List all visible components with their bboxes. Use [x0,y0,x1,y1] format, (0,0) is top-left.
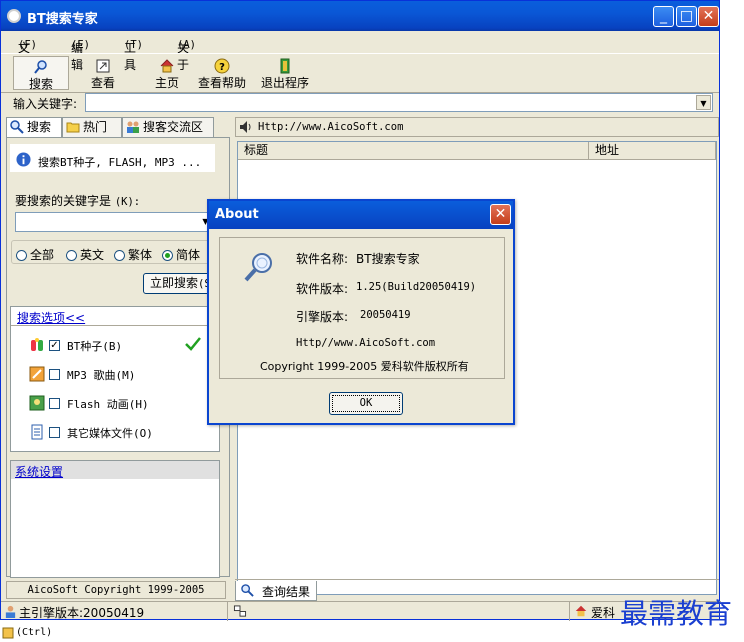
info-icon [16,152,31,167]
bt-seed-icon [31,338,43,351]
mp3-label: MP3 歌曲(M) [67,369,136,382]
search-options-box: 搜索选项<< ✓ BT种子(B) MP3 歌曲(M) Flash 动画(H) 其… [10,306,220,452]
info-text: 搜索BT种子, FLASH, MP3 ... [38,156,202,169]
home-icon [160,59,174,73]
search-options-link[interactable]: 搜索选项<< [17,309,85,326]
flash-icon [29,395,45,411]
keyword-bar: 输入关键字: ▼ [1,92,719,114]
watermark: 最需教育 [620,597,733,630]
help-icon: ? [214,58,230,74]
toolbar: 搜索 查看 主页 ? 查看帮助 退出程序 [1,53,719,93]
bt-seed-checkbox[interactable]: ✓ [49,340,60,351]
tab-hot[interactable]: 热门 [62,117,122,137]
status-bar: 主引擎版本:20050419 爱科 [1,601,721,621]
magnifier-icon [10,120,24,134]
toolbar-help-button[interactable]: ? 查看帮助 [195,56,249,90]
engine-version-status: 主引擎版本:20050419 [19,606,145,620]
exit-door-icon [280,58,290,74]
speaker-icon [240,121,251,133]
mp3-icon [29,366,45,382]
folder-icon [66,122,80,133]
flash-checkbox[interactable] [49,398,60,409]
close-button[interactable]: ✕ [698,6,719,27]
about-copyright: Copyright 1999-2005 爱科软件版权所有 [260,360,469,373]
copyright-text: AicoSoft Copyright 1999-2005 [27,584,205,596]
info-box: 搜索BT种子, FLASH, MP3 ... [10,144,215,172]
about-title-bar[interactable]: About ✕ [209,201,513,229]
tab-search[interactable]: 搜索 [6,117,62,138]
bt-seed-label: BT种子(B) [67,340,123,353]
search-panel: 搜索BT种子, FLASH, MP3 ... 要搜索的关键字是 (K): ▼ 全… [6,137,230,578]
software-version-value: 1.25(Build20050419) [356,281,477,293]
copyright-bar: AicoSoft Copyright 1999-2005 [6,581,226,599]
tab-query-results[interactable]: 查询结果 [235,581,317,601]
search-keyword-combo[interactable]: ▼ [15,212,215,232]
keyword-input[interactable]: ▼ [85,93,713,112]
menu-bar: 文件(F) 编辑(E) 工具(T) 关于(A) [18,39,196,72]
keyword-label: 输入关键字: [13,97,78,111]
network-icon [233,605,247,617]
magnifier-icon [241,584,254,597]
window-title: BT搜索专家 [27,12,98,27]
view-icon [96,59,110,73]
software-name-value: BT搜索专家 [356,252,420,266]
left-tabs: 搜索 热门 搜客交流区 [6,117,230,138]
app-magnifier-icon [244,253,272,282]
column-header-address[interactable]: 地址 [589,142,716,160]
radio-simplified[interactable]: 简体 [162,246,200,263]
about-info-group: 软件名称: BT搜索专家 软件版本: 1.25(Build20050419) 引… [219,237,505,379]
toolbar-search-button[interactable]: 搜索 [13,56,69,91]
engine-version-label: 引擎版本: [296,310,349,324]
about-url: Http//www.AicoSoft.com [296,337,436,349]
search-icon [34,60,47,74]
status-right-text: 爱科 [591,606,616,620]
user-icon [5,605,16,618]
ime-indicator[interactable]: (Ctrl) [0,624,60,642]
document-icon [31,424,43,440]
about-dialog: About ✕ 软件名称: BT搜索专家 软件版本: 1.25(Build200… [207,199,515,425]
system-settings-box: 系统设置 [10,460,220,578]
home-icon [575,605,587,617]
software-version-label: 软件版本: [296,282,349,296]
maximize-button[interactable]: □ [676,6,697,27]
radio-traditional[interactable]: 繁体 [114,246,152,263]
url-bar: Http://www.AicoSoft.com [235,117,719,137]
radio-all[interactable]: 全部 [16,246,54,263]
clipboard-icon [2,627,14,639]
keyword-prompt: 要搜索的关键字是 (K): [15,194,141,208]
flash-label: Flash 动画(H) [67,398,149,411]
title-bar[interactable]: BT搜索专家 _ □ ✕ [1,1,719,31]
language-group: 全部 英文 繁体 简体 [11,240,225,264]
about-title: About [215,207,259,222]
toolbar-exit-button[interactable]: 退出程序 [257,56,313,90]
radio-english[interactable]: 英文 [66,246,104,263]
tab-community[interactable]: 搜客交流区 [122,117,214,137]
chevron-down-icon[interactable]: ▼ [696,95,711,110]
mp3-checkbox[interactable] [49,369,60,380]
url-text[interactable]: Http://www.AicoSoft.com [258,121,403,133]
column-header-title[interactable]: 标题 [238,142,589,160]
about-close-button[interactable]: ✕ [490,204,511,225]
software-name-label: 软件名称: [296,252,349,266]
minimize-button[interactable]: _ [653,6,674,27]
toolbar-home-button[interactable]: 主页 [143,56,191,90]
users-icon [127,121,139,133]
app-icon [7,9,21,23]
svg-text:?: ? [219,62,225,73]
checkmark-icon [185,337,201,351]
system-settings-link[interactable]: 系统设置 [15,463,63,480]
other-media-label: 其它媒体文件(O) [67,427,153,440]
other-media-checkbox[interactable] [49,427,60,438]
ok-button[interactable]: OK [329,392,403,415]
engine-version-value: 20050419 [360,309,411,321]
toolbar-view-button[interactable]: 查看 [77,56,129,90]
